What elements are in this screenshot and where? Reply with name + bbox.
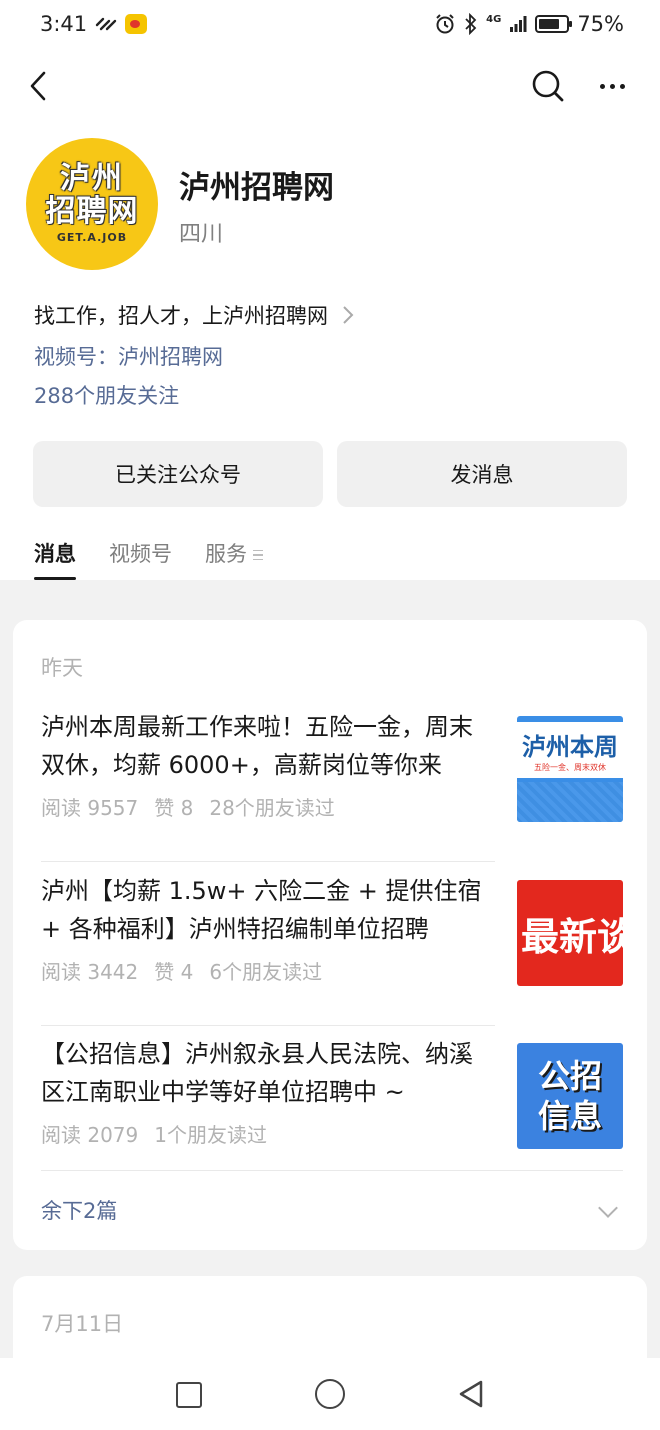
signal-icon [510,16,527,32]
article-item[interactable]: 泸州【均薪 1.5w+ 六险二金 + 提供住宿 + 各种福利】泸州特招编制单位招… [41,872,623,1026]
tab-messages[interactable]: 消息 [34,538,76,580]
expand-more-row[interactable]: 余下2篇 [41,1170,623,1250]
back-triangle-icon[interactable] [455,1378,487,1410]
status-bar: 3:41 4G 75% [0,0,660,48]
divider [41,1025,495,1026]
search-icon [532,70,564,102]
logo-subtext: GET.A.JOB [56,231,128,244]
status-right: 4G 75% [434,12,624,36]
account-region: 四川 [179,222,224,247]
tab-channels[interactable]: 视频号 [109,538,172,580]
chevron-down-icon [598,1198,618,1218]
read-count: 阅读 2079 [41,1123,139,1147]
home-button[interactable] [315,1379,345,1409]
channel-link[interactable]: 视频号：泸州招聘网 [34,341,223,371]
article-title: 泸州【均薪 1.5w+ 六险二金 + 提供住宿 + 各种福利】泸州特招编制单位招… [41,877,482,943]
logo-line1: 泸州 [60,161,124,196]
thumb-subtext: 五险一金、周末双休 [534,763,606,772]
chevron-right-icon [343,306,354,324]
more-articles-label: 余下2篇 [41,1199,118,1223]
send-message-button[interactable]: 发消息 [337,441,627,507]
account-logo[interactable]: 泸州 招聘网 GET.A.JOB [26,138,158,270]
article-title: 【公招信息】泸州叙永县人民法院、纳溪区江南职业中学等好单位招聘中 ~ [41,1040,473,1106]
thumb-text-line2: 信息 [537,1097,602,1135]
status-time: 3:41 [40,12,88,36]
group-date: 昨天 [41,656,83,680]
friends-read: 1个朋友读过 [154,1123,267,1147]
weibo-icon [125,14,148,34]
bluetooth-icon [465,13,477,35]
like-count: 赞 8 [154,796,194,820]
tab-services-label: 服务 [205,542,247,566]
battery-percent: 75% [577,12,624,36]
recent-apps-button[interactable] [176,1382,202,1408]
more-button[interactable] [592,66,632,106]
article-stats: 阅读 2079 1个朋友读过 [41,1119,267,1148]
nav-bar [0,60,660,112]
article-thumbnail: 公招 信息 [517,1043,623,1149]
logo-line2: 招聘网 [45,194,139,229]
message-group-card: 昨天 泸州本周最新工作来啦！五险一金，周末双休，均薪 6000+，高薪岗位等你来… [13,620,647,1250]
intro-text: 找工作，招人才，上泸州招聘网 [34,304,328,328]
thumb-text: 泸州本周 [522,733,618,761]
search-button[interactable] [528,66,568,106]
system-nav-bar [0,1358,660,1430]
article-thumbnail: 最新谈 [517,880,623,986]
read-count: 阅读 3442 [41,960,139,984]
more-horizontal-icon [599,83,605,89]
chevron-left-icon [30,71,46,101]
like-count: 赞 4 [154,960,194,984]
back-button[interactable] [18,66,58,106]
alarm-icon [436,14,454,34]
status-left: 3:41 [40,12,148,36]
friends-read: 28个朋友读过 [209,796,335,820]
network-label: 4G [486,14,502,25]
account-profile: 泸州 招聘网 GET.A.JOB 泸州招聘网 四川 [26,138,634,270]
article-stats: 阅读 9557 赞 8 28个朋友读过 [41,792,335,821]
thumb-text-line1: 公招 [537,1057,602,1095]
article-stats: 阅读 3442 赞 4 6个朋友读过 [41,956,322,985]
menu-icon [253,550,263,560]
divider [41,861,495,862]
read-count: 阅读 9557 [41,796,139,820]
article-item[interactable]: 【公招信息】泸州叙永县人民法院、纳溪区江南职业中学等好单位招聘中 ~ 阅读 20… [41,1035,623,1189]
message-group-card: 7月11日 [13,1276,647,1358]
message-feed: 昨天 泸州本周最新工作来啦！五险一金，周末双休，均薪 6000+，高薪岗位等你来… [0,580,660,1358]
article-thumbnail: 泸州本周 五险一金、周末双休 [517,716,623,822]
friends-read: 6个朋友读过 [209,960,323,984]
account-intro[interactable]: 找工作，招人才，上泸州招聘网 [34,300,354,330]
tab-services[interactable]: 服务 [205,538,263,580]
article-title: 泸州本周最新工作来啦！五险一金，周末双休，均薪 6000+，高薪岗位等你来 [41,713,473,779]
followed-button[interactable]: 已关注公众号 [33,441,323,507]
friends-follow-link[interactable]: 288个朋友关注 [34,380,179,410]
sync-icon [95,17,117,31]
tab-bar: 消息 视频号 服务 [34,538,263,580]
thumb-text: 最新谈 [521,914,623,959]
account-name: 泸州招聘网 [179,170,334,206]
group-date: 7月11日 [41,1312,124,1336]
battery-icon [535,15,573,33]
article-item[interactable]: 泸州本周最新工作来啦！五险一金，周末双休，均薪 6000+，高薪岗位等你来 阅读… [41,708,623,862]
